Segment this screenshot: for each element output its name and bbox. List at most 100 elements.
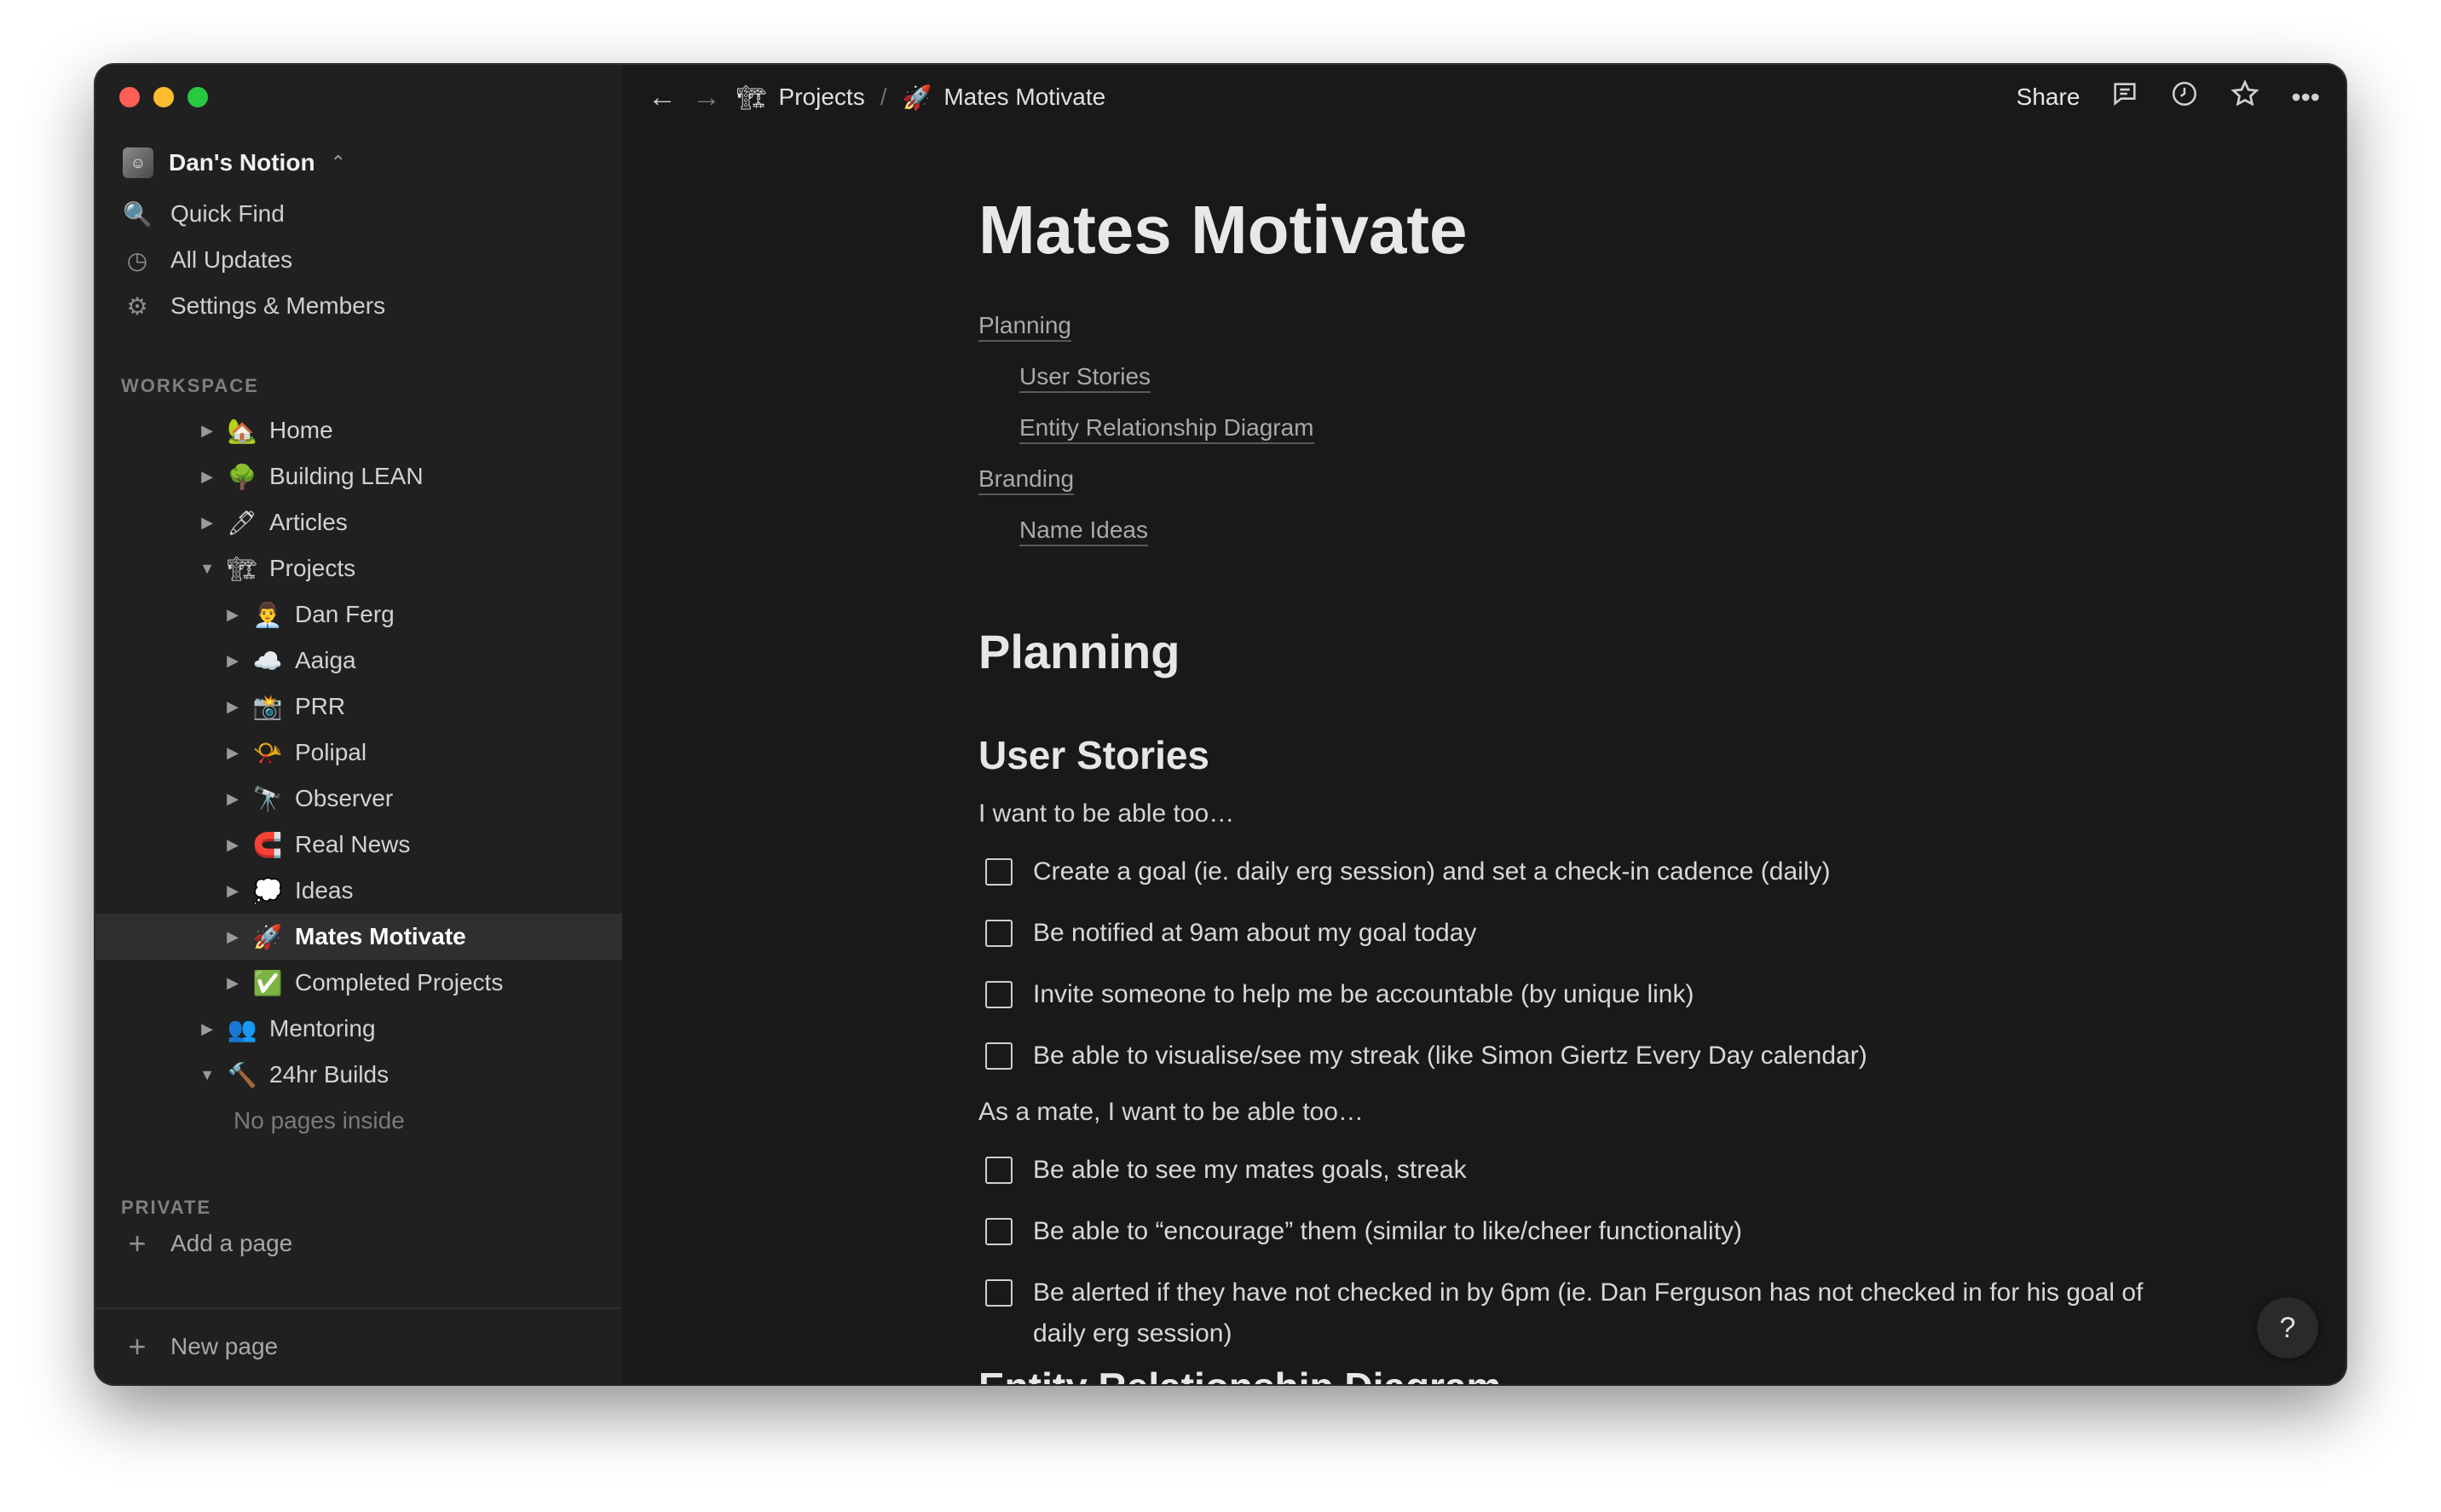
breadcrumb-item-projects[interactable]: 🏗 Projects [736, 84, 865, 112]
todo-checkbox[interactable] [985, 981, 1013, 1008]
table-of-contents: Planning User Stories Entity Relationship … [978, 300, 2172, 556]
intro-text: I want to be able too… [978, 799, 1235, 828]
sidebar-item[interactable]: No pages inside [95, 1098, 622, 1144]
chevron-right-icon[interactable]: ▶ [220, 652, 245, 670]
add-page-label: Add a page [170, 1230, 293, 1256]
todo-checkbox[interactable] [985, 920, 1013, 947]
todo-text[interactable]: Create a goal (ie. daily erg session) an… [1033, 851, 1830, 892]
toc-link[interactable]: Planning [978, 300, 2172, 351]
heading-planning: Planning [978, 625, 1180, 678]
chevron-right-icon[interactable]: ▶ [220, 744, 245, 762]
sidebar-item-label: Building LEAN [269, 463, 424, 489]
todo-text[interactable]: Invite someone to help me be accountable… [1033, 974, 1694, 1015]
sidebar-item[interactable]: ▼ 🔨 24hr Builds [95, 1052, 622, 1098]
page-emoji-icon: 🔭 [252, 785, 283, 812]
workspace-name: Dan's Notion [169, 149, 315, 176]
section-label-workspace: WORKSPACE [121, 375, 259, 396]
toc-link[interactable]: Branding [978, 453, 2172, 505]
sidebar-item[interactable]: ▶ 🏡 Home [95, 407, 622, 453]
sidebar-item-label: Polipal [295, 739, 367, 765]
chevron-right-icon[interactable]: ▶ [220, 928, 245, 946]
sidebar-item[interactable]: ▶ 👥 Mentoring [95, 1006, 622, 1052]
chevron-right-icon[interactable]: ▶ [220, 790, 245, 808]
todo-item: Be able to “encourage” them (similar to … [978, 1211, 2172, 1252]
history-clock-icon[interactable] [2170, 79, 2199, 115]
breadcrumb-separator: / [880, 84, 887, 110]
toc-link[interactable]: User Stories [978, 351, 2172, 402]
chevron-down-icon[interactable]: ▼ [194, 1066, 220, 1084]
page-emoji-icon: 👨‍💼 [252, 601, 283, 628]
sidebar-item-label: 24hr Builds [269, 1061, 390, 1088]
zoom-window-button[interactable] [188, 87, 208, 107]
todo-checkbox[interactable] [985, 1042, 1013, 1070]
comment-icon[interactable] [2110, 79, 2139, 115]
sidebar-item[interactable]: ▶ 💭 Ideas [95, 868, 622, 914]
chevron-right-icon[interactable]: ▶ [194, 1020, 220, 1038]
plus-icon: + [128, 1329, 147, 1364]
page-tree: ▶ 🏡 Home ▶ 🌳 Building LEAN ▶ 🖊 Articles ▼ 🏗 Project… [95, 407, 622, 1144]
chevron-right-icon[interactable]: ▶ [220, 606, 245, 624]
chevron-right-icon[interactable]: ▶ [194, 514, 220, 532]
todo-checkbox[interactable] [985, 858, 1013, 886]
clock-icon: ◷ [126, 246, 148, 274]
chevron-right-icon[interactable]: ▶ [194, 468, 220, 486]
sidebar-item[interactable]: ▶ 📸 PRR [95, 684, 622, 730]
todo-text[interactable]: Be able to “encourage” them (similar to … [1033, 1211, 1742, 1252]
workspace-switcher[interactable]: ☺ Dan's Notion ⌃ [123, 141, 346, 184]
todo-list-self: Create a goal (ie. daily erg session) an… [978, 851, 2172, 1076]
chevron-down-icon[interactable]: ▼ [194, 560, 220, 578]
close-window-button[interactable] [119, 87, 140, 107]
forward-arrow-icon[interactable]: → [692, 81, 721, 114]
share-button[interactable]: Share [2017, 84, 2080, 111]
sidebar-item-label: Home [269, 417, 333, 443]
todo-text[interactable]: Be notified at 9am about my goal today [1033, 913, 1476, 954]
chevron-right-icon[interactable]: ▶ [220, 836, 245, 854]
chevron-right-icon[interactable]: ▶ [220, 698, 245, 716]
sidebar-item[interactable]: ▶ 🧲 Real News [95, 822, 622, 868]
todo-item: Be notified at 9am about my goal today [978, 913, 2172, 954]
quick-find-button[interactable]: 🔍 Quick Find [123, 191, 622, 237]
sidebar-item[interactable]: ▶ 📯 Polipal [95, 730, 622, 776]
sidebar-item[interactable]: ▶ 🖊 Articles [95, 499, 622, 545]
sidebar-item[interactable]: ▶ 👨‍💼 Dan Ferg [95, 592, 622, 638]
page-emoji-icon: ☁️ [252, 647, 283, 674]
todo-text[interactable]: Be alerted if they have not checked in b… [1033, 1273, 2172, 1354]
chevron-updown-icon: ⌃ [330, 152, 346, 173]
heading-user-stories: User Stories [978, 733, 1210, 777]
settings-members-button[interactable]: ⚙ Settings & Members [123, 283, 622, 329]
favorite-star-icon[interactable] [2230, 78, 2260, 116]
todo-text[interactable]: Be able to visualise/see my streak (like… [1033, 1036, 1867, 1076]
todo-checkbox[interactable] [985, 1279, 1013, 1307]
more-options-icon[interactable]: ••• [2291, 82, 2320, 113]
help-button[interactable]: ? [2257, 1297, 2318, 1359]
add-page-button[interactable]: + Add a page [123, 1226, 292, 1261]
breadcrumb-label: Mates Motivate [944, 84, 1106, 110]
sidebar-item[interactable]: ▶ 🔭 Observer [95, 776, 622, 822]
chevron-right-icon[interactable]: ▶ [220, 882, 245, 900]
crane-icon: 🏗 [736, 84, 767, 111]
chevron-right-icon[interactable]: ▶ [220, 974, 245, 992]
sidebar-item[interactable]: ▶ 🚀 Mates Motivate [95, 914, 622, 960]
sidebar-item[interactable]: ▶ 🌳 Building LEAN [95, 453, 622, 499]
sidebar-item[interactable]: ▶ ✅ Completed Projects [95, 960, 622, 1006]
sidebar-item-label: Mates Motivate [295, 923, 466, 949]
todo-text[interactable]: Be able to see my mates goals, streak [1033, 1150, 1467, 1191]
sidebar-item-label: Aaiga [295, 647, 356, 673]
toc-link[interactable]: Name Ideas [978, 505, 2172, 556]
sidebar-item[interactable]: ▶ ☁️ Aaiga [95, 638, 622, 684]
minimize-window-button[interactable] [153, 87, 174, 107]
sidebar-item[interactable]: ▼ 🏗 Projects [95, 545, 622, 592]
chevron-right-icon[interactable]: ▶ [194, 422, 220, 440]
page-emoji-icon: 📯 [252, 739, 283, 766]
all-updates-button[interactable]: ◷ All Updates [123, 237, 622, 283]
new-page-button[interactable]: + New page [95, 1307, 622, 1384]
breadcrumb-item-current[interactable]: 🚀 Mates Motivate [902, 84, 1105, 112]
toc-link[interactable]: Entity Relationship Diagram [978, 402, 2172, 453]
window-controls [119, 87, 208, 107]
back-arrow-icon[interactable]: ← [648, 81, 677, 114]
page-emoji-icon: 🏗 [227, 555, 257, 582]
todo-checkbox[interactable] [985, 1218, 1013, 1245]
search-icon: 🔍 [123, 200, 153, 228]
sidebar-item-label: No pages inside [234, 1107, 405, 1134]
todo-checkbox[interactable] [985, 1157, 1013, 1184]
